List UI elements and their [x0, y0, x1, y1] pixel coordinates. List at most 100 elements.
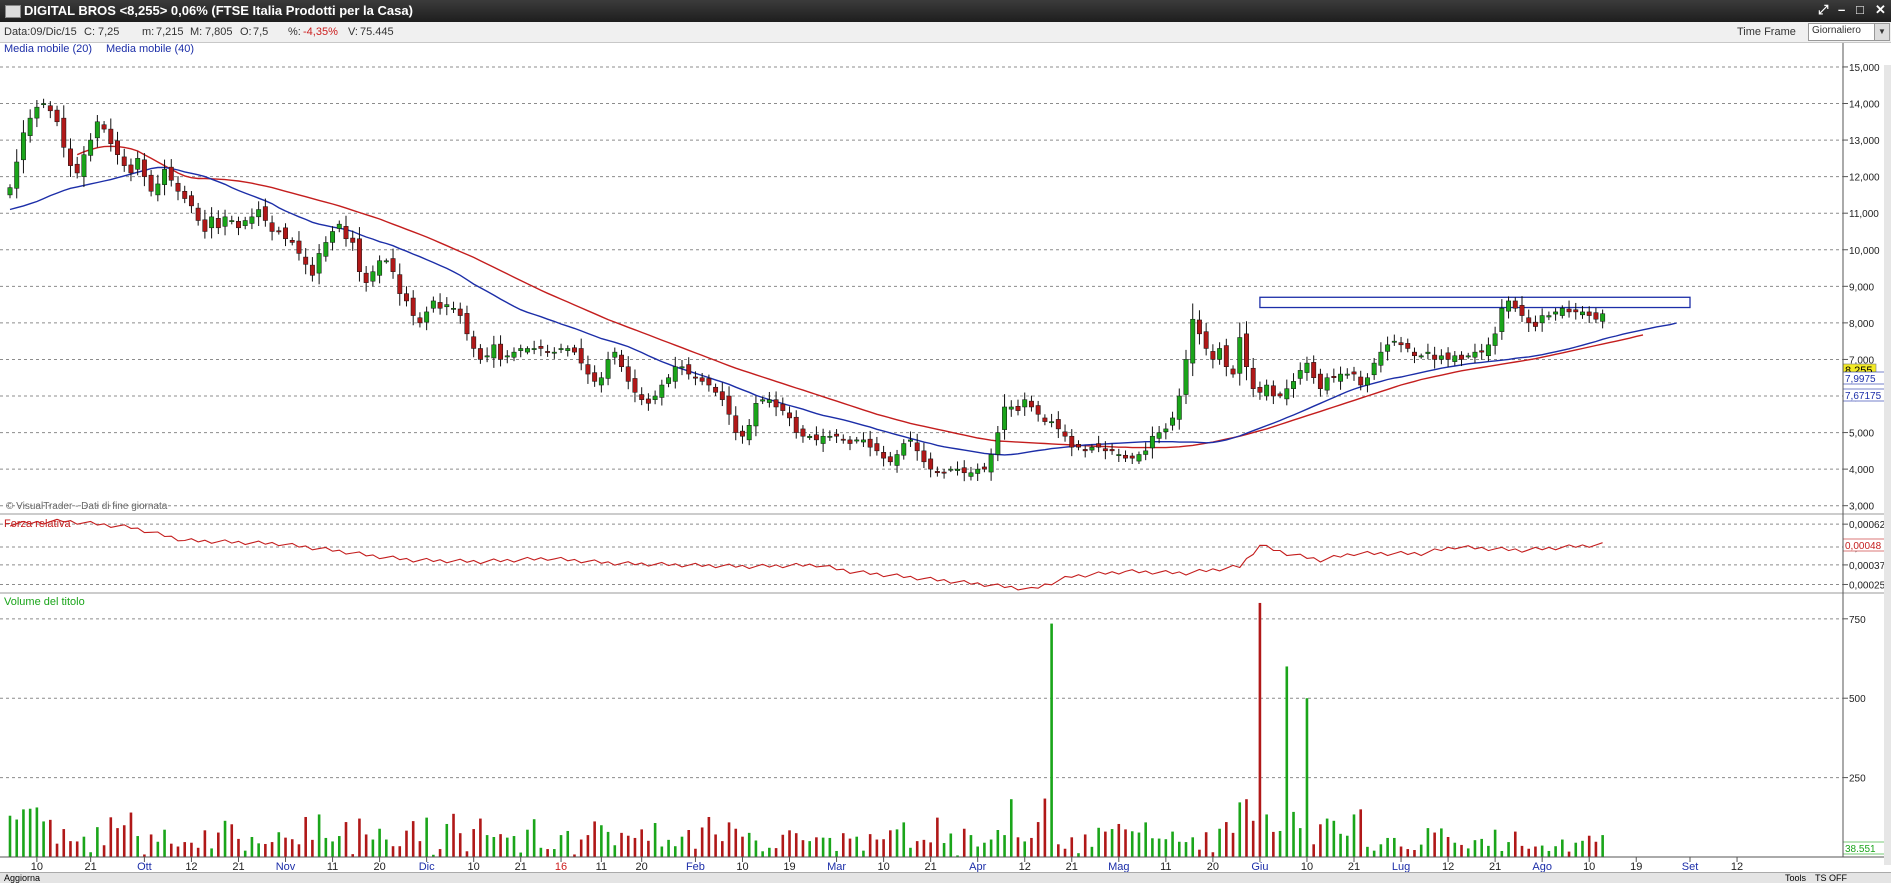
time-axis: 10 21 Ott 12 21 Nov 11 20 Dic 10 21 16 11 20 Feb 10 19 Ma…	[31, 857, 1743, 872]
candle-body	[397, 274, 403, 294]
volume-bar	[841, 833, 845, 857]
volume-bar	[1594, 841, 1598, 857]
volume-bar	[889, 830, 892, 857]
candle-body	[1028, 400, 1034, 408]
timeframe-select[interactable]: Giornaliero ▼	[1808, 23, 1890, 41]
volume-bar	[405, 830, 408, 857]
window-restore-icon[interactable]: ⤢	[1818, 2, 1828, 18]
window-maximize-icon[interactable]: □	[1856, 2, 1864, 17]
volume-bar	[344, 822, 348, 857]
candle-body	[88, 139, 94, 156]
candle-body	[303, 256, 309, 265]
volume-bar	[243, 850, 247, 857]
volume-bar	[653, 823, 657, 857]
volume-bar	[1581, 840, 1584, 857]
volume-bar	[425, 817, 428, 857]
candle-body	[336, 223, 342, 229]
candle-body	[316, 253, 322, 274]
candle-body	[572, 347, 577, 353]
candle-body	[1237, 337, 1243, 374]
volume-bar	[1473, 840, 1477, 857]
time-tick-label: Apr	[969, 861, 986, 872]
volume-bar	[358, 818, 361, 857]
candle-body	[1176, 395, 1182, 420]
volume-bar	[1083, 834, 1087, 857]
candle-body	[7, 187, 13, 196]
candle-body	[773, 399, 779, 408]
volume-bar	[1198, 849, 1201, 857]
volume-bar	[1426, 828, 1430, 857]
candle-body	[746, 425, 752, 441]
candle-body	[1136, 454, 1142, 462]
volume-bar	[284, 837, 287, 857]
candle-body	[518, 348, 524, 351]
chevron-down-icon[interactable]: ▼	[1874, 24, 1889, 40]
volume-bar	[499, 834, 502, 857]
volume-bar	[438, 849, 442, 857]
info-pct-label: %:	[288, 26, 301, 38]
volume-bar	[1278, 830, 1282, 857]
candle-body	[1250, 367, 1256, 389]
candle-body	[209, 216, 215, 229]
volume-bar	[1164, 839, 1168, 857]
volume-bar	[378, 828, 381, 857]
rs-value-tag: 0,00048	[1845, 541, 1882, 552]
volume-bar	[747, 832, 751, 857]
candle-body	[1317, 373, 1323, 389]
volume-bar	[1151, 838, 1154, 857]
candle-body	[356, 238, 362, 272]
candle-body	[585, 364, 591, 375]
candle-body	[995, 432, 1001, 455]
volume-bar	[882, 839, 885, 857]
candle-body	[652, 395, 658, 400]
volume-bar	[626, 835, 630, 857]
volume-bar	[828, 837, 832, 857]
volume-label: Volume del titolo	[4, 596, 85, 608]
volume-bar	[1003, 835, 1006, 857]
candle-body	[1324, 377, 1330, 391]
candle-body	[941, 471, 947, 474]
price-tick-label: 3,000	[1849, 502, 1874, 513]
volume-bars	[8, 602, 1604, 857]
candle-body	[491, 344, 497, 359]
candle-body	[1170, 417, 1176, 426]
window-minimize-icon[interactable]: –	[1838, 2, 1845, 17]
candle-body	[1069, 435, 1075, 448]
volume-bar	[1070, 837, 1074, 857]
volume-bar	[82, 836, 86, 857]
candle-body	[1264, 384, 1270, 397]
vertical-scrollbar[interactable]	[1884, 65, 1891, 865]
candle-body	[101, 124, 107, 130]
candle-body	[881, 452, 887, 459]
volume-bar	[69, 841, 72, 857]
candle-body	[1049, 421, 1055, 424]
volume-bar	[1554, 846, 1557, 857]
candle-body	[733, 415, 739, 433]
volume-tick-label: 500	[1849, 694, 1866, 705]
candle-body	[1244, 333, 1249, 367]
time-tick-label: 10	[31, 861, 43, 872]
window-close-icon[interactable]: ✕	[1875, 2, 1886, 18]
volume-bar	[593, 821, 596, 857]
candle-body	[793, 416, 799, 433]
candle-body	[417, 317, 423, 324]
stock-chart[interactable]: Media mobile (20) Media mobile (40) © Vi…	[0, 43, 1891, 872]
candle-body	[1089, 446, 1095, 451]
candle-body	[1378, 351, 1384, 366]
candle-body	[565, 348, 571, 351]
candle-body	[699, 377, 705, 382]
volume-bar	[553, 849, 556, 857]
candle-body	[1479, 350, 1485, 353]
volume-bar	[633, 837, 637, 857]
candle-body	[1156, 432, 1162, 439]
candle-body	[404, 293, 409, 302]
time-tick-label: Giu	[1251, 861, 1268, 872]
volume-bar	[1171, 831, 1174, 857]
volume-bar	[1466, 848, 1470, 857]
candle-body	[578, 348, 584, 364]
candle-body	[766, 399, 772, 403]
volume-bar	[210, 848, 213, 857]
volume-bar	[1097, 827, 1100, 857]
candle-body	[1432, 354, 1438, 360]
volume-bar	[1265, 814, 1268, 857]
